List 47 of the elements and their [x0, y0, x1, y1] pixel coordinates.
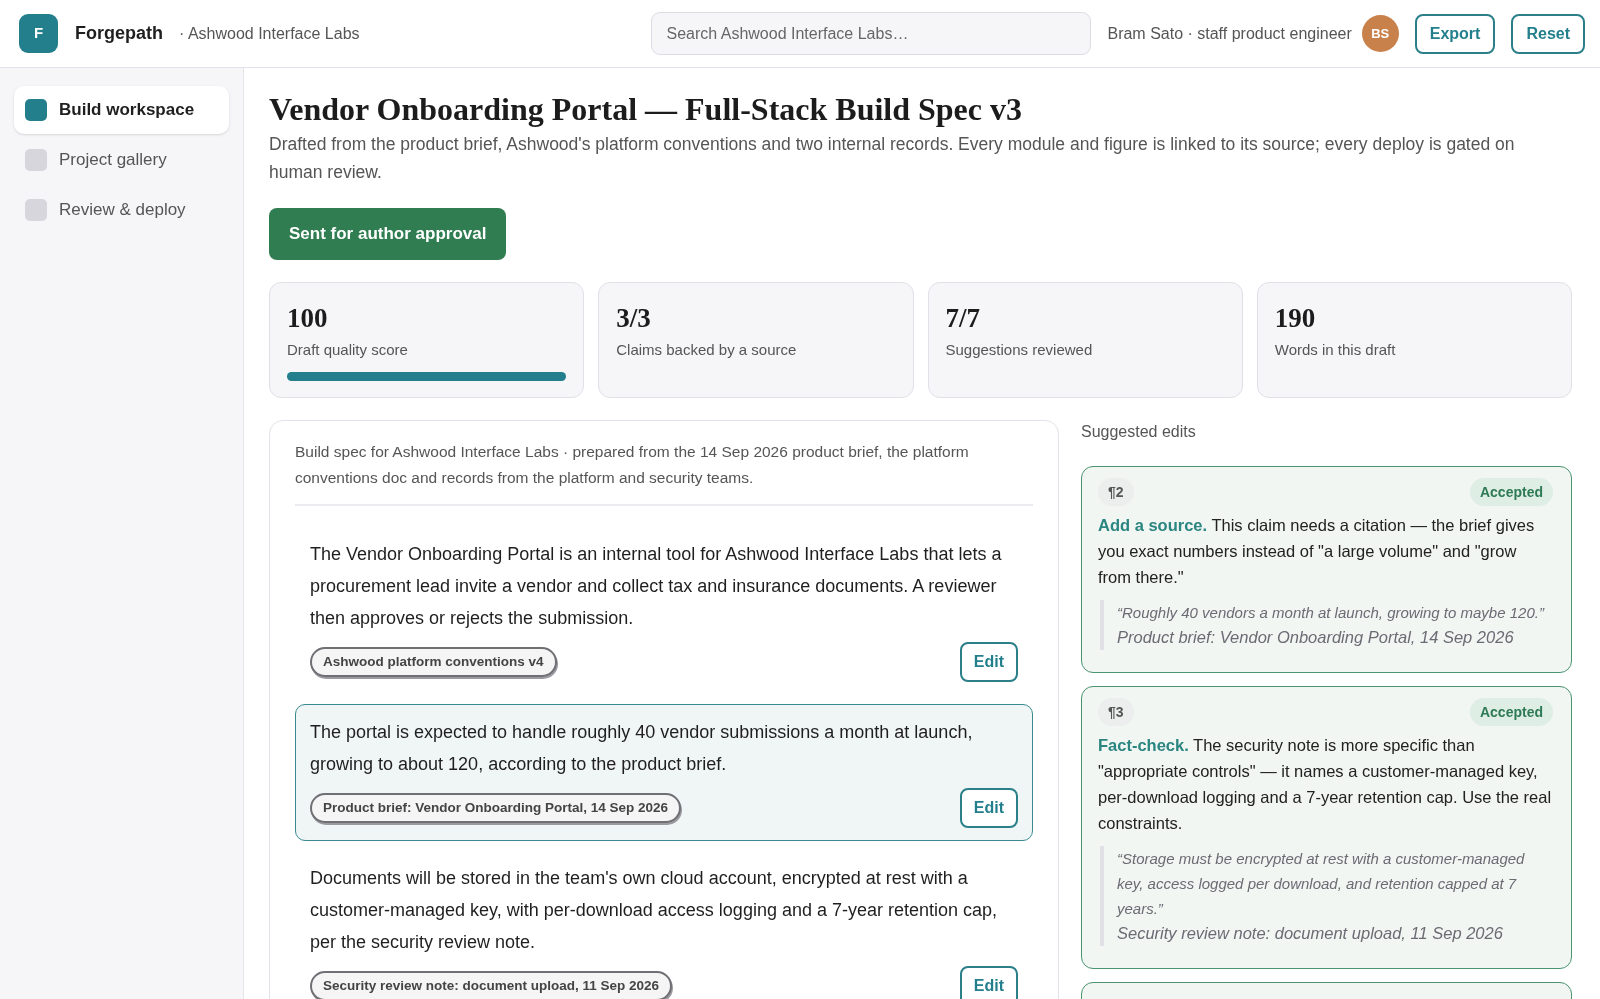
sidebar-item[interactable]: Review & deploy — [14, 186, 229, 234]
sidebar-item[interactable]: Project gallery — [14, 136, 229, 184]
edit-button[interactable]: Edit — [959, 966, 1018, 999]
stat-label: Claims backed by a source — [616, 340, 798, 360]
quote-source: Security review note: document upload, 11 Sep 2026 — [1117, 923, 1504, 944]
suggestions-heading: Suggested edits — [1081, 422, 1197, 442]
page-title: Vendor Onboarding Portal — Full-Stack Build Spec v3 — [269, 90, 1023, 128]
user-label: Bram Sato · staff product engineer — [1107, 23, 1352, 44]
stat-value: 100 — [287, 303, 329, 333]
paragraph-badge: ¶2 — [1098, 478, 1134, 506]
edit-button[interactable]: Edit — [959, 788, 1018, 828]
quote-text: “Storage must be encrypted at rest with a customer-managed key, access logged per download, and retention capped at 7 years.” — [1117, 849, 1526, 919]
paragraph-badge: ¶3 — [1098, 698, 1134, 726]
paragraph-text: The portal is expected to handle roughly 40 vendor submissions a month at launch, growing to about 120, according to the product brief. — [310, 721, 974, 776]
source-tag: Security review note: document upload, 11 Sep 2026 — [310, 971, 673, 999]
stat-label: Suggestions reviewed — [945, 340, 1094, 360]
status-button[interactable]: Sent for author approval — [269, 208, 507, 260]
stat-value: 190 — [1274, 303, 1317, 333]
app-logo: F — [19, 14, 58, 53]
spec-paragraph[interactable]: The portal is expected to handle roughly 40 vendor submissions a month at launch, growing to about 120, according to the product brief. Product brief: Vendor Onboarding Portal, 14 Sep 2026 Edit — [295, 704, 1033, 841]
header-button[interactable]: Export — [1414, 13, 1496, 54]
app-name: Forgepath — [75, 22, 163, 45]
square-icon — [25, 149, 47, 171]
edit-button[interactable]: Edit — [959, 642, 1018, 682]
suggestion-text: Fact-check. The security note is more specific than "appropriate controls" — it names a customer-managed key, per-download logging and a 7-year retention cap. Use the real constraints. — [1098, 735, 1553, 834]
header-button[interactable]: Reset — [1511, 13, 1585, 54]
paragraph-text: Documents will be stored in the team's own cloud account, encrypted at rest with a customer-managed key, with per-download access logging and a 7-year retention cap, per the security review note. — [310, 867, 999, 954]
status-tag: Accepted — [1469, 478, 1553, 506]
user-avatar: BS — [1361, 15, 1399, 52]
quote-text: “Roughly 40 vendors a month at launch, growing to maybe 120.” — [1117, 603, 1546, 623]
suggestion-text: Add a source. This claim needs a citation — the brief gives you exact numbers instead of "a large volume" and "grow from there." — [1098, 515, 1536, 588]
workspace-name: · Ashwood Interface Labs — [179, 23, 360, 44]
status-tag: Accepted — [1469, 698, 1553, 726]
source-tag: Ashwood platform conventions v4 — [310, 647, 557, 677]
stat-value: 7/7 — [945, 303, 981, 333]
stat-label: Draft quality score — [287, 340, 409, 360]
spec-intro: Build spec for Ashwood Interface Labs · prepared from the 14 Sep 2026 product brief, the platform conventions doc and records from the platform and security teams. — [295, 439, 1033, 506]
sidebar-item[interactable]: Build workspace — [14, 86, 229, 134]
quote-source: Product brief: Vendor Onboarding Portal, 14 Sep 2026 — [1117, 627, 1515, 648]
page-subtitle: Drafted from the product brief, Ashwood's platform conventions and two internal records. Every module and figure is linked to its source; every deploy is gated on human review. — [269, 133, 1516, 184]
stat-value: 3/3 — [616, 303, 652, 333]
paragraph-text: The Vendor Onboarding Portal is an internal tool for Ashwood Interface Labs that lets a procurement lead invite a vendor and collect tax and insurance documents. A reviewer then approves or rejects the submission. — [310, 543, 1003, 630]
square-icon — [25, 199, 47, 221]
search-field[interactable]: Search Ashwood Interface Labs… — [651, 12, 1092, 55]
square-icon — [25, 99, 47, 121]
source-tag: Product brief: Vendor Onboarding Portal, 14 Sep 2026 — [310, 793, 682, 823]
stat-label: Words in this draft — [1274, 340, 1397, 360]
